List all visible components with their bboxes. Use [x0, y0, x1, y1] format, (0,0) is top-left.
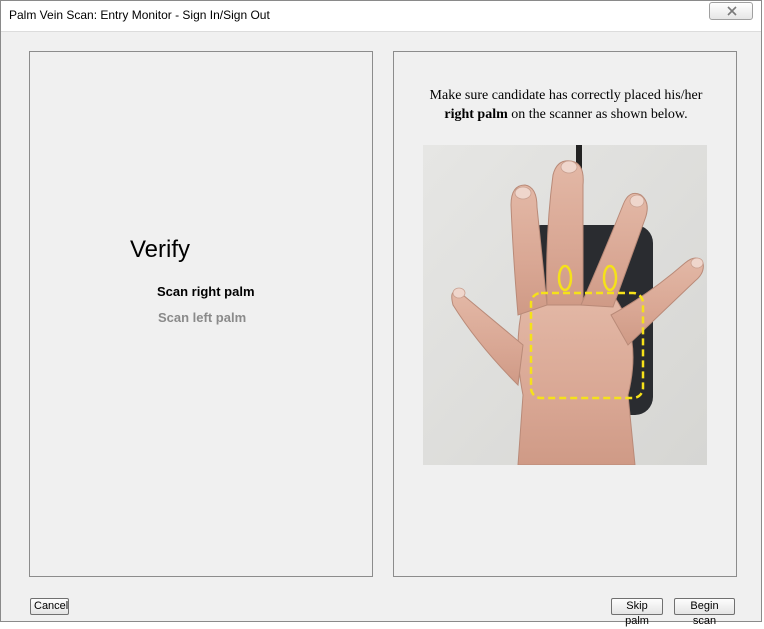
step-scan-left-palm: Scan left palm [158, 310, 247, 325]
begin-scan-button[interactable]: Begin scan [674, 598, 735, 627]
close-icon [727, 6, 737, 16]
instruction-post: on the scanner as shown below. [511, 107, 688, 122]
window-title: Palm Vein Scan: Entry Monitor - Sign In/… [9, 8, 270, 22]
instruction-bold: right palm [444, 107, 508, 122]
title-bar[interactable]: Palm Vein Scan: Entry Monitor - Sign In/… [1, 1, 761, 32]
instruction-pre: Make sure candidate has correctly placed… [429, 88, 703, 103]
progress-panel: Verify Scan right palm Scan left palm [29, 51, 373, 577]
cancel-button[interactable]: Cancel [30, 598, 69, 615]
app-window: Palm Vein Scan: Entry Monitor - Sign In/… [0, 0, 762, 627]
close-button[interactable] [709, 2, 753, 20]
verify-heading: Verify [130, 236, 191, 263]
hand-on-scanner-image [423, 145, 707, 465]
instruction-text: Make sure candidate has correctly placed… [404, 86, 728, 124]
instruction-panel: Make sure candidate has correctly placed… [393, 51, 737, 577]
step-scan-right-palm: Scan right palm [157, 284, 255, 299]
skip-palm-button[interactable]: Skip palm [611, 598, 663, 627]
